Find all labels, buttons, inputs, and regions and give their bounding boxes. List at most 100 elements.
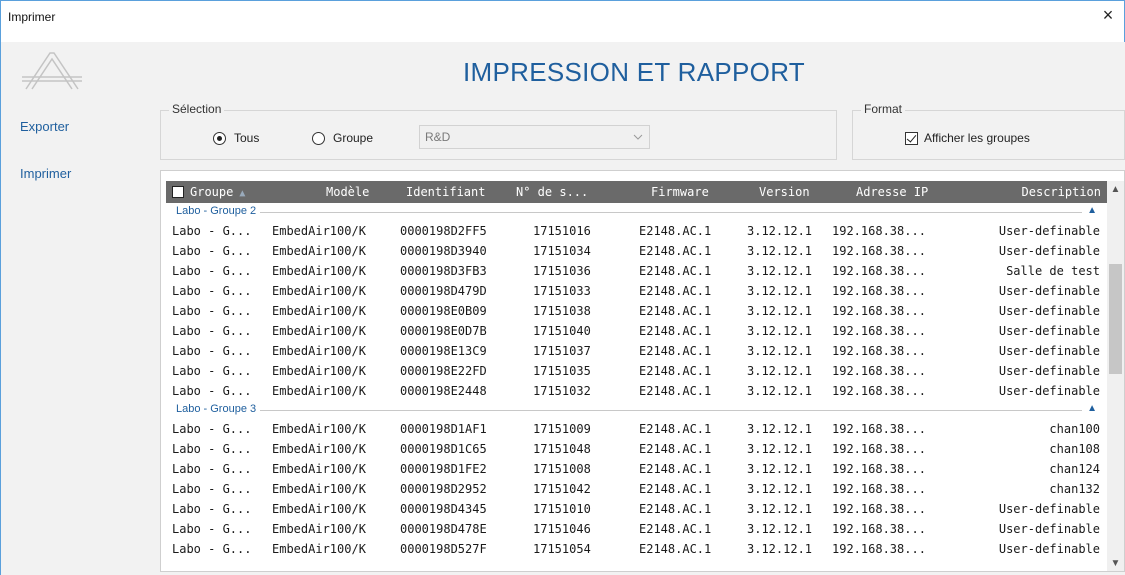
cell-description: User-definable <box>998 384 1100 398</box>
table-row[interactable]: Labo - G... EmbedAir100/K 0000198D527F 1715… <box>166 539 1102 559</box>
cell-group: Labo - G... <box>172 502 252 516</box>
cell-description: chan124 <box>1049 462 1100 476</box>
cell-version: 3.12.12.1 <box>747 442 813 456</box>
table-row[interactable]: Labo - G... EmbedAir100/K 0000198D4345 1715… <box>166 499 1102 519</box>
show-groups-option[interactable]: Afficher les groupes <box>905 131 1030 145</box>
radio-group-indicator[interactable] <box>312 131 325 145</box>
table-row[interactable]: Labo - G... EmbedAir100/K 0000198E22FD 1715… <box>166 361 1102 381</box>
cell-description: User-definable <box>998 364 1100 378</box>
cell-serial: 17151009 <box>533 422 591 436</box>
radio-all-indicator[interactable] <box>213 131 226 145</box>
selection-group: Sélection Tous Groupe R&D <box>160 102 837 160</box>
cell-ip: 192.168.38... <box>832 384 926 398</box>
cell-ip: 192.168.38... <box>832 462 926 476</box>
cell-ip: 192.168.38... <box>832 324 926 338</box>
cell-description: User-definable <box>998 344 1100 358</box>
collapse-icon[interactable]: ▲ <box>1087 403 1097 414</box>
title-bar: Imprimer × <box>1 1 1124 31</box>
cell-ip: 192.168.38... <box>832 522 926 536</box>
cell-identifier: 0000198D3FB3 <box>400 264 487 278</box>
cell-version: 3.12.12.1 <box>747 364 813 378</box>
cell-model: EmbedAir100/K <box>272 462 366 476</box>
cell-identifier: 0000198D2952 <box>400 482 487 496</box>
cell-firmware: E2148.AC.1 <box>639 284 712 298</box>
table-row[interactable]: Labo - G... EmbedAir100/K 0000198E2448 1715… <box>166 381 1102 401</box>
table-row[interactable]: Labo - G... EmbedAir100/K 0000198D1FE2 1715… <box>166 459 1102 479</box>
scrollbar-thumb[interactable] <box>1109 264 1122 374</box>
group-select-value: R&D <box>425 130 451 144</box>
column-header-description[interactable]: Description <box>1022 185 1101 199</box>
group-header: Labo - Groupe 2 ▲ <box>166 203 1102 221</box>
radio-group[interactable]: Groupe <box>312 131 373 145</box>
table-row[interactable]: Labo - G... EmbedAir100/K 0000198D1AF1 1715… <box>166 419 1102 439</box>
cell-firmware: E2148.AC.1 <box>639 442 712 456</box>
scroll-up-icon[interactable]: ▲ <box>1107 181 1124 198</box>
format-legend: Format <box>861 102 906 116</box>
cell-ip: 192.168.38... <box>832 422 926 436</box>
cell-firmware: E2148.AC.1 <box>639 244 712 258</box>
table-row[interactable]: Labo - G... EmbedAir100/K 0000198E0D7B 1715… <box>166 321 1102 341</box>
sidebar-item-print[interactable]: Imprimer <box>20 166 71 181</box>
cell-ip: 192.168.38... <box>832 442 926 456</box>
cell-version: 3.12.12.1 <box>747 384 813 398</box>
device-table: Groupe ▲ Modèle Identifiant N° de s... Fi… <box>160 170 1125 572</box>
cell-version: 3.12.12.1 <box>747 304 813 318</box>
cell-ip: 192.168.38... <box>832 502 926 516</box>
cell-firmware: E2148.AC.1 <box>639 264 712 278</box>
column-header-ip[interactable]: Adresse IP <box>856 185 928 199</box>
cell-serial: 17151016 <box>533 224 591 238</box>
cell-ip: 192.168.38... <box>832 542 926 556</box>
cell-firmware: E2148.AC.1 <box>639 522 712 536</box>
cell-version: 3.12.12.1 <box>747 244 813 258</box>
column-header-identifier[interactable]: Identifiant <box>406 185 485 199</box>
collapse-icon[interactable]: ▲ <box>1087 205 1097 216</box>
cell-version: 3.12.12.1 <box>747 344 813 358</box>
column-header-model[interactable]: Modèle <box>326 185 369 199</box>
cell-serial: 17151046 <box>533 522 591 536</box>
select-all-checkbox[interactable] <box>172 186 184 198</box>
cell-serial: 17151038 <box>533 304 591 318</box>
cell-model: EmbedAir100/K <box>272 502 366 516</box>
table-row[interactable]: Labo - G... EmbedAir100/K 0000198D2952 1715… <box>166 479 1102 499</box>
cell-model: EmbedAir100/K <box>272 304 366 318</box>
table-row[interactable]: Labo - G... EmbedAir100/K 0000198D478E 1715… <box>166 519 1102 539</box>
radio-all[interactable]: Tous <box>213 131 259 145</box>
cell-group: Labo - G... <box>172 324 252 338</box>
show-groups-checkbox[interactable] <box>905 131 918 145</box>
group-select[interactable]: R&D <box>419 125 650 149</box>
table-row[interactable]: Labo - G... EmbedAir100/K 0000198E13C9 1715… <box>166 341 1102 361</box>
table-row[interactable]: Labo - G... EmbedAir100/K 0000198D1C65 1715… <box>166 439 1102 459</box>
cell-ip: 192.168.38... <box>832 284 926 298</box>
column-header-version[interactable]: Version <box>759 185 810 199</box>
cell-serial: 17151008 <box>533 462 591 476</box>
print-dialog-window: Imprimer × Exporter Imprimer IMPRESSION … <box>0 0 1125 575</box>
column-header-firmware[interactable]: Firmware <box>651 185 709 199</box>
close-icon[interactable]: × <box>1096 4 1120 28</box>
table-row[interactable]: Labo - G... EmbedAir100/K 0000198D3FB3 1715… <box>166 261 1102 281</box>
cell-serial: 17151048 <box>533 442 591 456</box>
column-header-serial[interactable]: N° de s... <box>516 185 588 199</box>
cell-group: Labo - G... <box>172 462 252 476</box>
table-row[interactable]: Labo - G... EmbedAir100/K 0000198D2FF5 1715… <box>166 221 1102 241</box>
chevron-down-icon[interactable] <box>632 131 644 143</box>
cell-serial: 17151054 <box>533 542 591 556</box>
selection-legend: Sélection <box>169 102 225 116</box>
column-header-group[interactable]: Groupe ▲ <box>190 185 245 199</box>
cell-group: Labo - G... <box>172 364 252 378</box>
sidebar-item-export[interactable]: Exporter <box>20 119 69 134</box>
cell-model: EmbedAir100/K <box>272 542 366 556</box>
cell-identifier: 0000198D478E <box>400 522 487 536</box>
cell-serial: 17151040 <box>533 324 591 338</box>
table-row[interactable]: Labo - G... EmbedAir100/K 0000198E0B09 1715… <box>166 301 1102 321</box>
cell-ip: 192.168.38... <box>832 244 926 258</box>
table-row[interactable]: Labo - G... EmbedAir100/K 0000198D3940 1715… <box>166 241 1102 261</box>
cell-version: 3.12.12.1 <box>747 462 813 476</box>
sidebar: Exporter Imprimer <box>1 42 143 575</box>
table-row[interactable]: Labo - G... EmbedAir100/K 0000198D479D 1715… <box>166 281 1102 301</box>
cell-group: Labo - G... <box>172 482 252 496</box>
scroll-down-icon[interactable]: ▼ <box>1107 555 1124 571</box>
vertical-scrollbar[interactable]: ▲ ▼ <box>1107 181 1124 571</box>
cell-serial: 17151010 <box>533 502 591 516</box>
cell-version: 3.12.12.1 <box>747 422 813 436</box>
cell-firmware: E2148.AC.1 <box>639 462 712 476</box>
